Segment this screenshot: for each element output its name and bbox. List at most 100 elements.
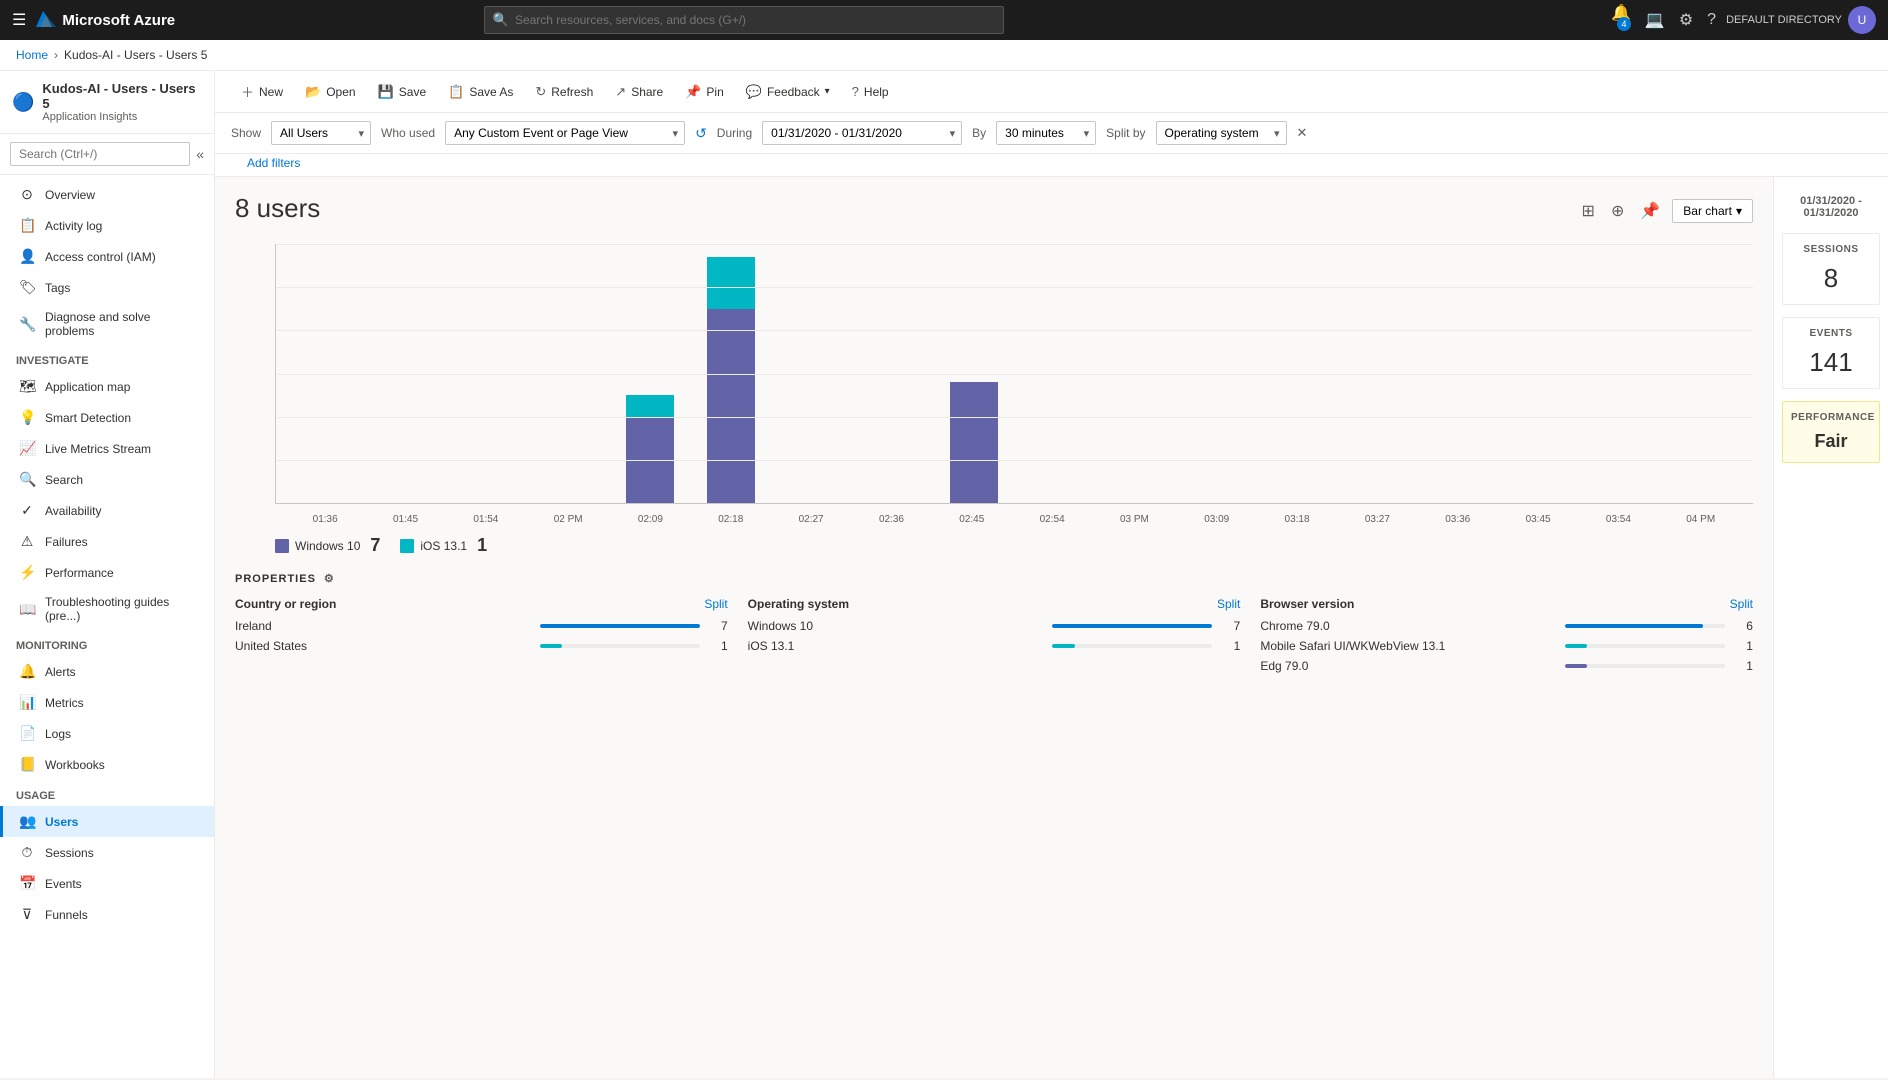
sidebar-item-troubleshooting[interactable]: 📖 Troubleshooting guides (pre...) bbox=[0, 588, 214, 630]
open-button[interactable]: 📂 Open bbox=[295, 79, 366, 105]
split-by-select[interactable]: Operating system bbox=[1156, 121, 1287, 145]
bar-group-10[interactable] bbox=[1097, 244, 1176, 503]
who-used-select-wrap: Any Custom Event or Page View bbox=[445, 121, 685, 145]
bar-group-3[interactable] bbox=[529, 244, 608, 503]
search-input[interactable] bbox=[515, 13, 995, 27]
sidebar-item-access-control[interactable]: 👤 Access control (IAM) bbox=[0, 241, 214, 272]
pin-icon: 📌 bbox=[685, 84, 701, 100]
help-icon[interactable]: ? bbox=[1707, 11, 1716, 29]
prop-bar-wrap bbox=[1565, 624, 1725, 628]
sidebar-collapse-button[interactable]: « bbox=[196, 146, 204, 162]
help-button[interactable]: ? Help bbox=[842, 79, 899, 104]
settings-icon[interactable]: ⚙ bbox=[1679, 10, 1693, 30]
add-filters-link[interactable]: Add filters bbox=[231, 150, 316, 176]
prop-split-link-0[interactable]: Split bbox=[704, 597, 727, 611]
during-select[interactable]: 01/31/2020 - 01/31/2020 bbox=[762, 121, 962, 145]
sidebar-item-workbooks[interactable]: 📒 Workbooks bbox=[0, 749, 214, 780]
sidebar-item-activity-log[interactable]: 📋 Activity log bbox=[0, 210, 214, 241]
by-select[interactable]: 30 minutes bbox=[996, 121, 1096, 145]
x-axis-labels: 01:3601:4501:5402 PM02:0902:1802:2702:36… bbox=[275, 512, 1753, 525]
bar-group-9[interactable] bbox=[1016, 244, 1095, 503]
bar-group-4[interactable] bbox=[610, 244, 689, 503]
sidebar-item-sessions[interactable]: ⏱ Sessions bbox=[0, 837, 214, 868]
bar-group-1[interactable] bbox=[367, 244, 446, 503]
share-icon: ↗ bbox=[615, 84, 626, 100]
bar-group-5[interactable] bbox=[691, 244, 770, 503]
sidebar-item-tags[interactable]: 🏷 Tags bbox=[0, 272, 214, 303]
breadcrumb-home[interactable]: Home bbox=[16, 48, 48, 62]
notifications-icon[interactable]: 🔔 4 bbox=[1611, 3, 1631, 37]
events-card: EVENTS 141 bbox=[1782, 317, 1880, 389]
cloud-shell-icon[interactable]: 💻 bbox=[1645, 10, 1665, 30]
new-icon: ＋ bbox=[241, 82, 254, 101]
sidebar-item-performance[interactable]: ⚡ Performance bbox=[0, 557, 214, 588]
sidebar-item-metrics[interactable]: 📊 Metrics bbox=[0, 687, 214, 718]
during-select-wrap: 01/31/2020 - 01/31/2020 bbox=[762, 121, 962, 145]
prop-bar bbox=[1565, 664, 1587, 668]
global-search[interactable]: 🔍 bbox=[484, 6, 1004, 34]
refresh-button[interactable]: ↻ Refresh bbox=[525, 79, 603, 105]
pin-button[interactable]: 📌 Pin bbox=[675, 79, 734, 105]
bar-group-14[interactable] bbox=[1421, 244, 1500, 503]
workbooks-icon: 📒 bbox=[19, 756, 35, 773]
sidebar-item-funnels[interactable]: ⊽ Funnels bbox=[0, 899, 214, 930]
grid-view-button[interactable]: ⊞ bbox=[1578, 197, 1599, 225]
bar-group-11[interactable] bbox=[1178, 244, 1257, 503]
chart-type-button[interactable]: Bar chart ▾ bbox=[1672, 199, 1753, 223]
refresh-icon: ↻ bbox=[535, 84, 546, 100]
sidebar-item-diagnose[interactable]: 🔧 Diagnose and solve problems bbox=[0, 303, 214, 345]
split-by-clear-icon[interactable]: ✕ bbox=[1297, 125, 1308, 141]
bar-group-0[interactable] bbox=[286, 244, 365, 503]
sessions-icon: ⏱ bbox=[19, 844, 35, 861]
sidebar-item-events[interactable]: 📅 Events bbox=[0, 868, 214, 899]
properties-settings-icon[interactable]: ⚙ bbox=[324, 572, 335, 585]
sidebar-item-logs[interactable]: 📄 Logs bbox=[0, 718, 214, 749]
sidebar-item-users[interactable]: 👥 Users bbox=[0, 806, 214, 837]
show-select[interactable]: All Users bbox=[271, 121, 371, 145]
bar-group-17[interactable] bbox=[1664, 244, 1743, 503]
filter-refresh-icon[interactable]: ↺ bbox=[695, 125, 707, 142]
add-chart-button[interactable]: ⊕ bbox=[1607, 197, 1628, 225]
sidebar-label-failures: Failures bbox=[45, 535, 88, 549]
sidebar-item-smart-detection[interactable]: 💡 Smart Detection bbox=[0, 402, 214, 433]
prop-bar bbox=[1052, 644, 1074, 648]
bar-group-7[interactable] bbox=[853, 244, 932, 503]
save-button[interactable]: 💾 Save bbox=[368, 79, 437, 105]
prop-split-link-2[interactable]: Split bbox=[1730, 597, 1753, 611]
sidebar-item-search[interactable]: 🔍 Search bbox=[0, 464, 214, 495]
bar-group-12[interactable] bbox=[1259, 244, 1338, 503]
new-button[interactable]: ＋ New bbox=[231, 77, 293, 106]
hamburger-icon[interactable]: ☰ bbox=[12, 10, 26, 30]
x-label: 02:27 bbox=[799, 514, 824, 525]
prop-row: United States 1 bbox=[235, 639, 728, 653]
bar-group-13[interactable] bbox=[1340, 244, 1419, 503]
bar-group-15[interactable] bbox=[1502, 244, 1581, 503]
sidebar-label-performance: Performance bbox=[45, 566, 114, 580]
sidebar-label-activity-log: Activity log bbox=[45, 219, 102, 233]
who-used-select[interactable]: Any Custom Event or Page View bbox=[445, 121, 685, 145]
x-label: 03:18 bbox=[1285, 514, 1310, 525]
sidebar-item-app-map[interactable]: 🗺 Application map bbox=[0, 371, 214, 402]
feedback-button[interactable]: 💬 Feedback ▾ bbox=[736, 79, 840, 105]
prop-split-link-1[interactable]: Split bbox=[1217, 597, 1240, 611]
user-menu[interactable]: DEFAULT DIRECTORY U bbox=[1726, 6, 1876, 34]
pin-chart-button[interactable]: 📌 bbox=[1636, 197, 1664, 225]
avatar: U bbox=[1848, 6, 1876, 34]
help-icon: ? bbox=[852, 84, 859, 99]
sidebar-search-input[interactable] bbox=[10, 142, 190, 166]
bar-group-2[interactable] bbox=[448, 244, 527, 503]
sidebar-item-alerts[interactable]: 🔔 Alerts bbox=[0, 656, 214, 687]
share-button[interactable]: ↗ Share bbox=[605, 79, 673, 105]
prop-bar-wrap bbox=[1565, 664, 1725, 668]
bar-group-6[interactable] bbox=[772, 244, 851, 503]
x-label: 02:18 bbox=[718, 514, 743, 525]
bar-group-16[interactable] bbox=[1583, 244, 1662, 503]
bar-group-8[interactable] bbox=[935, 244, 1014, 503]
sidebar-item-live-metrics[interactable]: 📈 Live Metrics Stream bbox=[0, 433, 214, 464]
events-value: 141 bbox=[1791, 347, 1871, 378]
sidebar-item-overview[interactable]: ⊙ Overview bbox=[0, 179, 214, 210]
save-as-button[interactable]: 📋 Save As bbox=[438, 79, 523, 105]
sidebar-item-failures[interactable]: ⚠ Failures bbox=[0, 526, 214, 557]
x-label: 01:36 bbox=[313, 514, 338, 525]
sidebar-item-availability[interactable]: ✓ Availability bbox=[0, 495, 214, 526]
